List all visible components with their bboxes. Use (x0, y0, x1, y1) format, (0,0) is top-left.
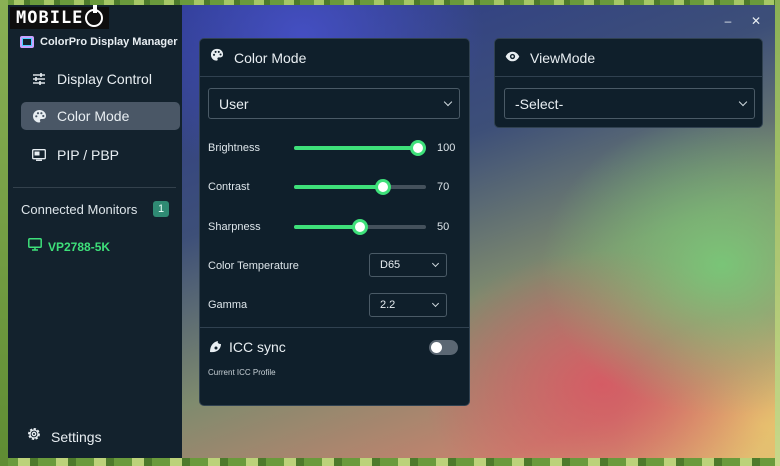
chevron-down-icon (738, 97, 748, 107)
app-title: ColorPro Display Manager (40, 36, 178, 48)
app-window: MOBILE ColorPro Display Manager Display … (8, 5, 775, 458)
monitor-item-vp2788-5k[interactable]: VP2788-5K (28, 238, 110, 256)
monitor-name: VP2788-5K (48, 240, 111, 254)
settings-button[interactable]: Settings (26, 426, 102, 447)
palette-icon (31, 108, 47, 124)
app-logo-icon (20, 36, 34, 48)
pip-icon (31, 147, 47, 163)
color-mode-select[interactable]: User (208, 88, 460, 119)
gear-icon (26, 426, 42, 447)
palette-icon (210, 48, 224, 67)
app-header: ColorPro Display Manager (20, 35, 178, 49)
connected-monitors-heading: Connected Monitors (21, 202, 138, 217)
icc-sync-toggle[interactable] (429, 340, 458, 355)
color-temperature-value: D65 (380, 259, 401, 271)
color-mode-card-title: Color Mode (234, 49, 307, 66)
sidebar-divider (13, 187, 176, 188)
sharpness-slider[interactable] (294, 219, 426, 235)
gamma-label: Gamma (208, 299, 248, 311)
contrast-slider[interactable] (294, 179, 426, 195)
view-mode-select-value: -Select- (515, 95, 564, 112)
color-mode-card: Color Mode User Brightness 100 Contrast … (199, 38, 470, 406)
color-temperature-select[interactable]: D65 (369, 253, 447, 277)
sidebar: MOBILE ColorPro Display Manager Display … (8, 5, 182, 458)
gamma-select[interactable]: 2.2 (369, 293, 447, 317)
slider-fill (294, 225, 360, 229)
view-mode-card-header: ViewMode (495, 39, 762, 77)
slider-fill (294, 146, 418, 150)
sidebar-item-color-mode[interactable]: Color Mode (21, 102, 180, 130)
background-bamboo-left (0, 0, 8, 466)
color-mode-card-header: Color Mode (200, 39, 469, 77)
toggle-knob (431, 342, 442, 353)
sidebar-item-label: Display Control (57, 71, 152, 87)
view-mode-card: ViewMode -Select- (494, 38, 763, 128)
monitor-count-badge: 1 (153, 201, 169, 217)
icc-sync-label: ICC sync (229, 339, 286, 355)
sidebar-item-display-control[interactable]: Display Control (21, 65, 180, 93)
watermark-logo: MOBILE (10, 5, 110, 29)
sliders-icon (31, 71, 47, 87)
color-temperature-label: Color Temperature (208, 260, 299, 272)
card-divider (200, 327, 469, 328)
main-content: – ✕ Color Mode User Brightness 100 Contr… (182, 5, 775, 458)
gamma-value: 2.2 (380, 299, 396, 311)
slider-thumb[interactable] (410, 140, 426, 156)
background-bamboo-right (775, 0, 780, 466)
sidebar-item-label: PIP / PBP (57, 147, 119, 163)
sharpness-value: 50 (437, 221, 450, 233)
brightness-value: 100 (437, 142, 456, 154)
chevron-down-icon (431, 259, 440, 268)
brightness-label: Brightness (208, 142, 260, 154)
slider-thumb[interactable] (375, 179, 392, 195)
icc-sync-icon (209, 340, 222, 359)
minimize-button[interactable]: – (718, 13, 738, 29)
background-bamboo-bottom (0, 458, 780, 466)
watermark-text: MOBILE (16, 8, 84, 28)
contrast-label: Contrast (208, 181, 250, 193)
current-icc-profile-label: Current ICC Profile (208, 368, 276, 377)
close-button[interactable]: ✕ (746, 13, 766, 29)
sharpness-label: Sharpness (208, 221, 261, 233)
chevron-down-icon (431, 299, 440, 308)
settings-label: Settings (51, 428, 102, 445)
view-mode-select[interactable]: -Select- (504, 88, 755, 119)
sidebar-item-label: Color Mode (57, 108, 130, 124)
view-mode-card-title: ViewMode (530, 49, 596, 66)
chevron-down-icon (443, 97, 453, 107)
slider-fill (294, 185, 384, 189)
eye-icon (505, 49, 520, 67)
sidebar-item-pip-pbp[interactable]: PIP / PBP (21, 141, 180, 169)
brightness-slider[interactable] (294, 140, 426, 156)
contrast-value: 70 (437, 181, 450, 193)
slider-thumb[interactable] (352, 219, 368, 235)
watermark-glyph-icon (85, 5, 104, 27)
monitor-icon (28, 238, 42, 256)
color-mode-select-value: User (219, 95, 249, 112)
